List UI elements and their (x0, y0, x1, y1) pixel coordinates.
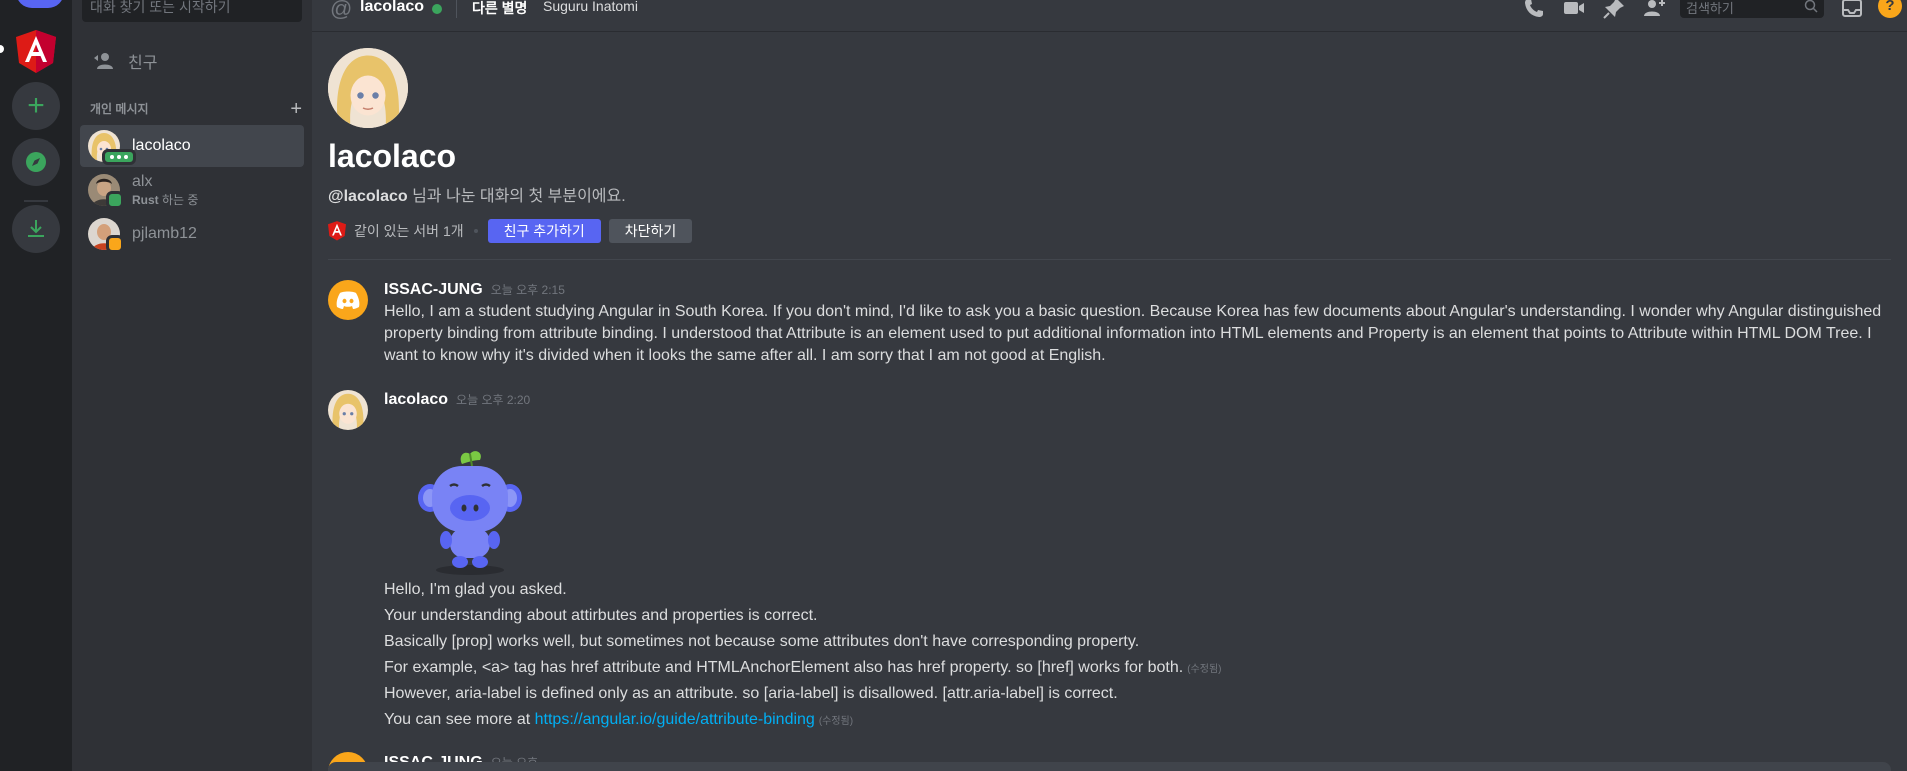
plus-icon: + (27, 89, 45, 122)
discord-logo-icon (336, 291, 360, 309)
download-icon (28, 220, 44, 237)
discord-app: + 대화 찾기 또는 시작하기 친구 개인 메시지 + lacolaco alx… (0, 0, 1907, 771)
dm-sidebar: 대화 찾기 또는 시작하기 친구 개인 메시지 + lacolaco alx R… (72, 0, 312, 771)
online-status-icon (106, 191, 124, 209)
author-name: ISSAC-JUNG (384, 281, 483, 298)
message-composer[interactable] (328, 762, 1891, 771)
message-line: Basically [prop] works well, but sometim… (384, 633, 1140, 650)
dm-header-label: 개인 메시지 (90, 102, 149, 116)
angular-server-icon (328, 221, 346, 241)
wumpus-sticker-icon[interactable] (400, 446, 540, 576)
avatar[interactable] (328, 390, 368, 430)
dm-name: lacolaco (132, 137, 191, 154)
author-name: lacolaco (384, 391, 449, 408)
voice-call-icon[interactable] (1522, 0, 1546, 20)
anime-avatar-icon (328, 390, 368, 430)
friends-link[interactable]: 친구 (80, 42, 304, 80)
online-status-icon (432, 4, 442, 14)
typing-indicator-icon (102, 149, 136, 165)
nickname-value: Suguru Inatomi (543, 0, 638, 14)
inbox-icon[interactable] (1840, 0, 1864, 20)
home-button[interactable] (16, 0, 64, 8)
message-line-text: You can see more at (384, 711, 535, 728)
chat-area: @ lacolaco 다른 별명 Suguru Inatomi 검색하기 ? l… (312, 0, 1907, 771)
dm-text: alx Rust 하는 중 (132, 173, 198, 208)
message-line: Hello, I'm glad you asked. (384, 581, 567, 598)
welcome-divider (328, 259, 1891, 260)
channel-title: lacolaco (360, 0, 425, 15)
video-call-icon[interactable] (1562, 0, 1586, 20)
add-friend-button[interactable]: 친구 추가하기 (487, 219, 601, 243)
download-apps-button[interactable] (12, 205, 60, 253)
message-timestamp: 오늘 오후 2:20 (456, 393, 531, 407)
friends-label: 친구 (128, 55, 158, 72)
dm-name: alx (132, 172, 153, 190)
welcome-avatar (328, 48, 408, 128)
dm-header: 개인 메시지 + (90, 99, 302, 119)
header-toolbar (1522, 0, 1666, 20)
dm-name: pjlamb12 (132, 225, 197, 242)
server-rail: + (0, 0, 72, 771)
dm-item-alx[interactable]: alx Rust 하는 중 (80, 169, 304, 211)
dm-activity: Rust 하는 중 (132, 191, 198, 208)
header-divider (456, 0, 457, 18)
chat-header: @ lacolaco 다른 별명 Suguru Inatomi 검색하기 ? (312, 0, 1907, 32)
compass-icon (26, 152, 46, 172)
selected-server-indicator (0, 45, 4, 53)
dm-item-pjlamb12[interactable]: pjlamb12 (80, 213, 304, 255)
explore-servers-button[interactable] (12, 138, 60, 186)
dm-search-input[interactable]: 대화 찾기 또는 시작하기 (82, 0, 302, 22)
welcome-title: lacolaco (328, 138, 457, 174)
edited-label: (수정됨) (1187, 664, 1222, 675)
attribute-binding-link[interactable]: https://angular.io/guide/attribute-bindi… (535, 711, 815, 728)
add-server-button[interactable]: + (12, 82, 60, 130)
welcome-handle: @lacolaco (328, 188, 408, 205)
pin-icon[interactable] (1602, 0, 1626, 20)
server-angular[interactable] (12, 28, 60, 76)
activity-game: Rust (132, 192, 159, 207)
help-icon[interactable]: ? (1878, 0, 1902, 18)
avatar[interactable] (328, 280, 368, 320)
avatar (88, 174, 124, 209)
mutual-row: 같이 있는 서버 1개 친구 추가하기 차단하기 (328, 219, 700, 243)
dm-item-lacolaco[interactable]: lacolaco (80, 125, 304, 167)
add-friend-to-dm-icon[interactable] (1642, 0, 1666, 20)
friends-icon (94, 53, 113, 69)
block-button[interactable]: 차단하기 (608, 219, 693, 243)
angular-logo-icon (16, 30, 56, 73)
message-line: For example, <a> tag has href attribute … (384, 659, 1221, 677)
rail-divider (24, 200, 48, 202)
welcome-description-text: 님과 나눈 대화의 첫 부분이에요. (407, 188, 626, 205)
avatar (88, 218, 124, 253)
message-timestamp: 오늘 오후 2:15 (490, 283, 565, 297)
message-author[interactable]: ISSAC-JUNG 오늘 오후 2:15 (384, 281, 565, 299)
message-content: Hello, I am a student studying Angular i… (384, 303, 1882, 364)
message-line-text: For example, <a> tag has href attribute … (384, 659, 1184, 676)
activity-suffix: 하는 중 (158, 192, 199, 207)
nickname-tag: 다른 별명 (472, 0, 528, 16)
separator-dot (473, 229, 478, 233)
create-dm-icon[interactable]: + (290, 99, 302, 119)
idle-status-icon (106, 235, 124, 253)
message-line: You can see more at https://angular.io/g… (384, 711, 853, 729)
at-icon: @ (330, 0, 353, 21)
search-icon (1804, 0, 1818, 13)
welcome-description: @lacolaco 님과 나눈 대화의 첫 부분이에요. (328, 182, 626, 206)
avatar (88, 130, 136, 165)
message-author[interactable]: lacolaco 오늘 오후 2:20 (384, 391, 530, 409)
mutual-servers-link[interactable]: 같이 있는 서버 1개 (354, 221, 464, 241)
message-search-input[interactable]: 검색하기 (1680, 0, 1824, 18)
message-line: Your understanding about attirbutes and … (384, 607, 818, 624)
anime-avatar-icon (328, 48, 408, 128)
edited-label: (수정됨) (818, 716, 854, 727)
search-placeholder: 검색하기 (1686, 1, 1734, 16)
message-line: However, aria-label is defined only as a… (384, 685, 1118, 702)
